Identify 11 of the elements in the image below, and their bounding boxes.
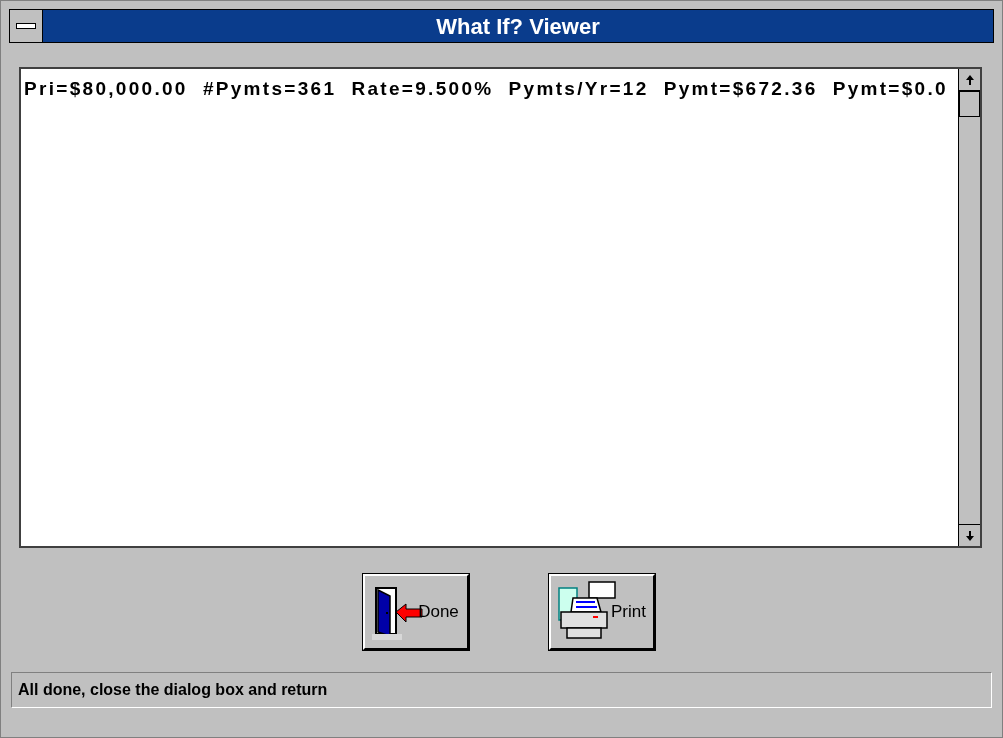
- arrow-down-icon: [965, 530, 974, 541]
- done-button[interactable]: Done: [362, 574, 469, 650]
- print-button[interactable]: Print: [548, 574, 655, 650]
- scroll-thumb[interactable]: [959, 91, 980, 117]
- status-text: All done, close the dialog box and return: [18, 680, 328, 700]
- report-line: Pri=$80,000.00 #Pymts=361 Rate=9.500% Pymts/Yr=12 Pymt=$672.36 Pymt=$0.0: [24, 78, 948, 99]
- system-menu-button[interactable]: [9, 9, 43, 43]
- window-title: What If? Viewer: [436, 12, 600, 41]
- minus-icon: [16, 23, 36, 29]
- scrollbar[interactable]: [958, 69, 980, 546]
- arrow-up-icon: [965, 74, 974, 85]
